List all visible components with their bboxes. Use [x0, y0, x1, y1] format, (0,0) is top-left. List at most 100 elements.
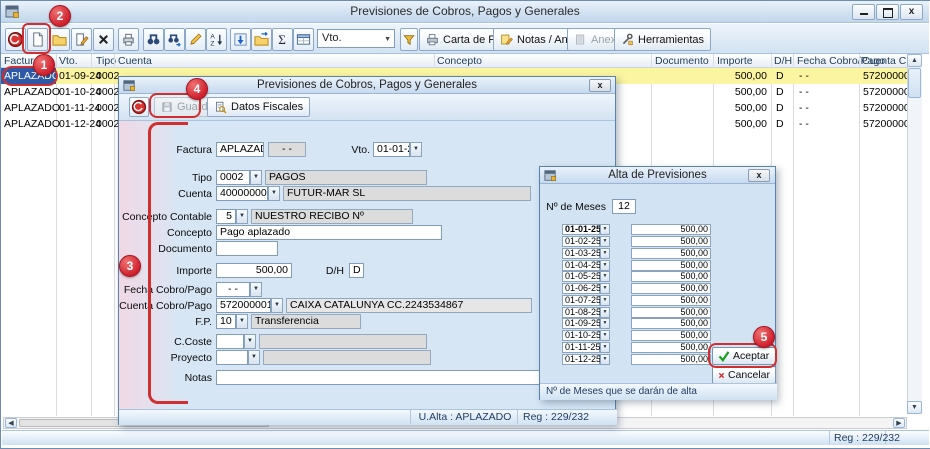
month-value-field[interactable]: 500,00: [631, 342, 711, 353]
month-dropdown-button[interactable]: ▼: [600, 248, 610, 259]
month-value-field[interactable]: 500,00: [631, 354, 711, 365]
month-value-field[interactable]: 500,00: [631, 307, 711, 318]
month-date-field[interactable]: 01-01-25: [562, 224, 600, 235]
month-value-field[interactable]: 500,00: [631, 330, 711, 341]
month-date-field[interactable]: 01-11-25: [562, 342, 600, 353]
sort-button[interactable]: AZ: [206, 28, 227, 51]
month-value-field[interactable]: 500,00: [631, 224, 711, 235]
cell-fecha[interactable]: - -: [799, 100, 809, 116]
alta-close-button[interactable]: x: [748, 169, 770, 182]
tipo-field[interactable]: 0002: [216, 170, 250, 185]
month-value-field[interactable]: 500,00: [631, 248, 711, 259]
month-value-field[interactable]: 500,00: [631, 318, 711, 329]
notas-field[interactable]: [216, 370, 561, 385]
search-button[interactable]: [143, 28, 164, 51]
fecha-dropdown-button[interactable]: ▼: [250, 282, 262, 297]
meses-field[interactable]: 12: [612, 199, 636, 214]
concepto-contable-dropdown-button[interactable]: ▼: [236, 209, 248, 224]
month-date-field[interactable]: 01-08-25: [562, 307, 600, 318]
col-cuenta[interactable]: Cuenta: [118, 54, 152, 68]
cell-fecha[interactable]: - -: [799, 84, 809, 100]
cell-dh[interactable]: D: [776, 68, 784, 84]
fecha-cobro-pago-field[interactable]: - -: [216, 282, 250, 297]
cell-factura[interactable]: APLAZADO: [4, 100, 60, 116]
vto-filter-combo[interactable]: Vto. ▼: [317, 29, 395, 48]
concepto-contable-field[interactable]: 5: [216, 209, 236, 224]
cell-vto[interactable]: 01-09-24: [59, 68, 101, 84]
importe-field[interactable]: 500,00: [216, 263, 292, 278]
cell-fecha[interactable]: - -: [799, 68, 809, 84]
month-value-field[interactable]: 500,00: [631, 260, 711, 271]
export-button[interactable]: [251, 28, 272, 51]
ccoste-field[interactable]: [216, 334, 244, 349]
cell-factura[interactable]: APLAZADO: [4, 116, 60, 132]
edit-button[interactable]: [71, 28, 92, 51]
cell-dh[interactable]: D: [776, 84, 784, 100]
month-value-field[interactable]: 500,00: [631, 283, 711, 294]
month-dropdown-button[interactable]: ▼: [600, 283, 610, 294]
month-dropdown-button[interactable]: ▼: [600, 271, 610, 282]
month-dropdown-button[interactable]: ▼: [600, 330, 610, 341]
col-concepto[interactable]: Concepto: [437, 54, 482, 68]
month-dropdown-button[interactable]: ▼: [600, 307, 610, 318]
dh-field[interactable]: D: [349, 263, 364, 278]
modify-values-button[interactable]: [185, 28, 206, 51]
month-dropdown-button[interactable]: ▼: [600, 354, 610, 365]
cell-dh[interactable]: D: [776, 100, 784, 116]
month-dropdown-button[interactable]: ▼: [600, 236, 610, 247]
cuenta-field[interactable]: 400000002: [216, 186, 268, 201]
scroll-left-button[interactable]: ◀: [5, 418, 17, 428]
minimize-button[interactable]: [852, 4, 875, 20]
month-dropdown-button[interactable]: ▼: [600, 295, 610, 306]
month-dropdown-button[interactable]: ▼: [600, 342, 610, 353]
open-button[interactable]: [49, 28, 70, 51]
cell-importe[interactable]: 500,00: [701, 116, 767, 132]
datos-fiscales-button[interactable]: Datos Fiscales: [207, 97, 310, 117]
cell-dh[interactable]: D: [776, 116, 784, 132]
month-date-field[interactable]: 01-02-25: [562, 236, 600, 247]
cell-tipo[interactable]: 0002: [96, 100, 119, 116]
cell-fecha[interactable]: - -: [799, 116, 809, 132]
scroll-down-button[interactable]: ▼: [907, 401, 922, 414]
month-value-field[interactable]: 500,00: [631, 295, 711, 306]
col-dh[interactable]: D/H: [774, 54, 792, 68]
vto-dropdown-button[interactable]: ▼: [410, 142, 422, 157]
search-next-button[interactable]: [164, 28, 185, 51]
apply-filter-button[interactable]: [400, 28, 418, 51]
maximize-button[interactable]: [876, 4, 899, 20]
cell-tipo[interactable]: 0002: [96, 84, 119, 100]
download-button[interactable]: [230, 28, 251, 51]
grid-view-button[interactable]: [293, 28, 314, 51]
fp-dropdown-button[interactable]: ▼: [236, 314, 248, 329]
documento-field[interactable]: [216, 241, 278, 256]
month-dropdown-button[interactable]: ▼: [600, 318, 610, 329]
scroll-up-button[interactable]: ▲: [907, 54, 922, 67]
cell-importe[interactable]: 500,00: [701, 100, 767, 116]
cell-vto[interactable]: 01-12-24: [59, 116, 101, 132]
month-dropdown-button[interactable]: ▼: [600, 260, 610, 271]
cell-tipo[interactable]: 0002: [96, 116, 119, 132]
cell-vto[interactable]: 01-10-24: [59, 84, 101, 100]
sum-button[interactable]: Σ: [272, 28, 293, 51]
month-date-field[interactable]: 01-03-25: [562, 248, 600, 259]
dialog-exit-button[interactable]: [129, 97, 149, 117]
cuenta-cobro-dropdown-button[interactable]: ▼: [271, 298, 283, 313]
col-importe[interactable]: Importe: [717, 54, 753, 68]
vto-field[interactable]: 01-01-25: [373, 142, 410, 157]
dialog-close-button[interactable]: x: [589, 79, 611, 92]
vertical-scroll-thumb[interactable]: [908, 68, 921, 98]
ccoste-dropdown-button[interactable]: ▼: [244, 334, 256, 349]
cell-importe[interactable]: 500,00: [701, 68, 767, 84]
tipo-dropdown-button[interactable]: ▼: [250, 170, 262, 185]
col-vto[interactable]: Vto.: [59, 54, 78, 68]
month-date-field[interactable]: 01-07-25: [562, 295, 600, 306]
month-date-field[interactable]: 01-04-25: [562, 260, 600, 271]
cuenta-dropdown-button[interactable]: ▼: [268, 186, 280, 201]
month-date-field[interactable]: 01-12-25: [562, 354, 600, 365]
vertical-scrollbar[interactable]: [907, 54, 922, 414]
cell-factura[interactable]: APLAZADO: [4, 84, 60, 100]
concepto-field[interactable]: Pago aplazado: [216, 225, 442, 240]
cell-vto[interactable]: 01-11-24: [59, 100, 100, 116]
month-dropdown-button[interactable]: ▼: [600, 224, 610, 235]
proyecto-dropdown-button[interactable]: ▼: [248, 350, 260, 365]
